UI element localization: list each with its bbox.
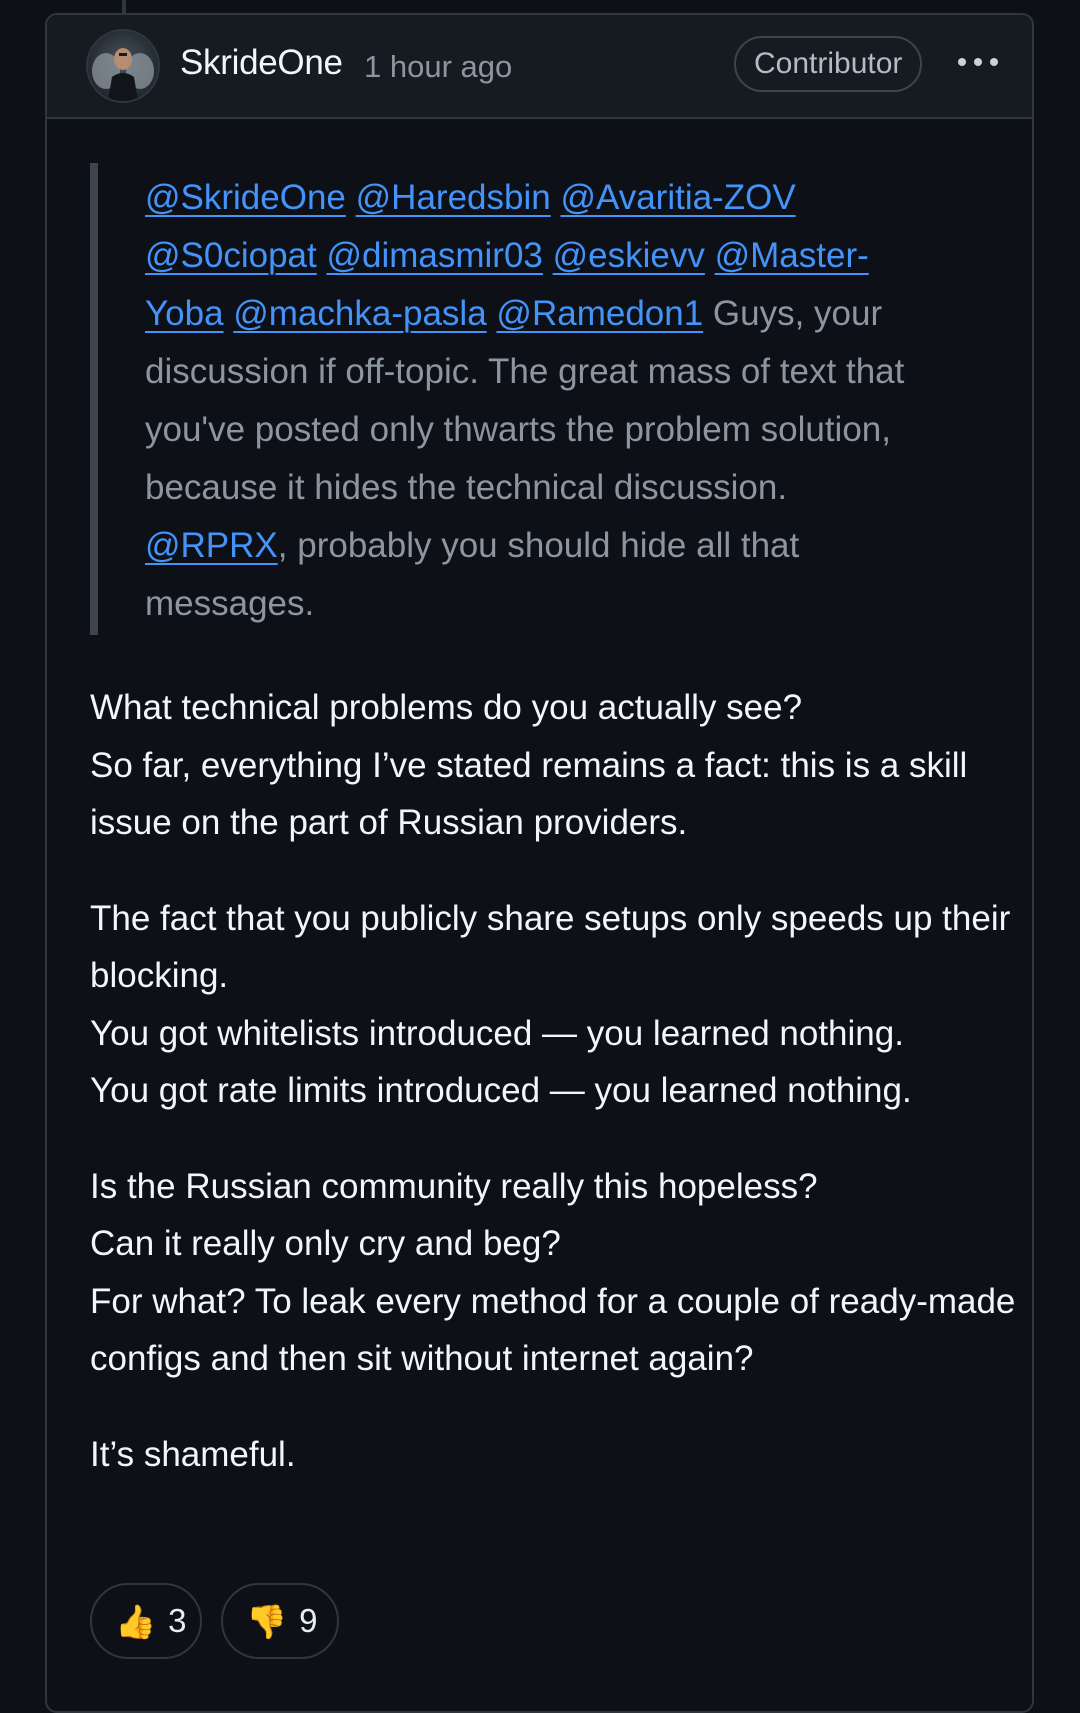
mention-link[interactable]: @Haredsbin: [356, 178, 551, 217]
comment-paragraph: It’s shameful.: [90, 1426, 1032, 1484]
reaction-count: 9: [299, 1602, 318, 1639]
paragraph-line: You got whitelists introduced — you lear…: [90, 1013, 904, 1053]
paragraph-line: Is the Russian community really this hop…: [90, 1166, 818, 1206]
thumbs-up-icon: 👍: [115, 1602, 157, 1640]
author-name[interactable]: SkrideOne: [180, 43, 343, 83]
paragraph-line: For what? To leak every method for a cou…: [90, 1281, 1016, 1379]
comment-paragraph: What technical problems do you actually …: [90, 679, 1032, 852]
paragraph-line: What technical problems do you actually …: [90, 688, 803, 727]
reaction-thumbs-down[interactable]: 👎 9: [221, 1583, 339, 1659]
avatar-image: [88, 31, 158, 101]
kebab-menu-icon[interactable]: [953, 45, 1003, 79]
avatar[interactable]: [88, 31, 158, 101]
comment-header: SkrideOne 1 hour ago Contributor: [47, 15, 1032, 119]
mention-link-rprx[interactable]: @RPRX: [145, 526, 278, 565]
paragraph-line: It’s shameful.: [90, 1434, 296, 1474]
comment-paragraph: Is the Russian community really this hop…: [90, 1158, 1032, 1388]
thumbs-down-icon: 👎: [246, 1602, 288, 1640]
mention-link[interactable]: @eskievv: [553, 236, 705, 275]
mention-link[interactable]: @machka-pasla: [233, 294, 486, 333]
reaction-count: 3: [168, 1602, 187, 1639]
mention-link[interactable]: @SkrideOne: [145, 178, 346, 217]
contributor-badge: Contributor: [734, 36, 923, 92]
mention-link[interactable]: @Ramedon1: [496, 294, 703, 333]
comment-paragraph: The fact that you publicly share setups …: [90, 890, 1032, 1120]
mention-link[interactable]: @Avaritia-ZOV: [560, 178, 795, 217]
comment-timestamp[interactable]: 1 hour ago: [364, 49, 512, 85]
comment-body: @SkrideOne @Haredsbin @Avaritia-ZOV @S0c…: [90, 163, 1030, 1483]
timeline-connector: [122, 0, 126, 14]
mention-link[interactable]: @dimasmir03: [326, 236, 542, 275]
paragraph-line: You got rate limits introduced — you lea…: [90, 1071, 912, 1110]
comment-paragraphs: What technical problems do you actually …: [90, 679, 1030, 1483]
comment-card: SkrideOne 1 hour ago Contributor @Skride…: [45, 13, 1034, 1713]
paragraph-line: So far, everything I’ve stated remains a…: [90, 745, 968, 843]
quote-block: @SkrideOne @Haredsbin @Avaritia-ZOV @S0c…: [90, 163, 925, 635]
mention-link[interactable]: @S0ciopat: [145, 236, 317, 275]
paragraph-line: Can it really only cry and beg?: [90, 1224, 561, 1263]
reaction-thumbs-up[interactable]: 👍 3: [90, 1583, 202, 1659]
paragraph-line: The fact that you publicly share setups …: [90, 898, 1011, 996]
